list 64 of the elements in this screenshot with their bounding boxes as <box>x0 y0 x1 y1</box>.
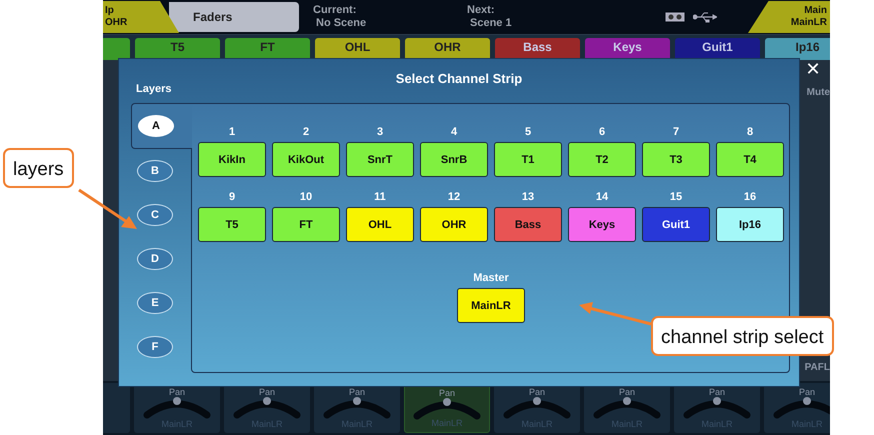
tape-icon <box>665 12 685 22</box>
pan-control[interactable] <box>103 383 130 433</box>
strip-name[interactable]: OHL <box>315 38 400 60</box>
channel-button[interactable]: KikOut <box>272 142 340 177</box>
channel-number: 12 <box>448 191 460 205</box>
channel-number: 13 <box>522 191 534 205</box>
callout-label: layers <box>3 148 74 188</box>
mute-label: Mute <box>806 87 830 98</box>
channel-button[interactable]: T2 <box>568 142 636 177</box>
main-bus-box: Main MainLR <box>748 1 830 33</box>
close-button[interactable]: ✕ <box>803 60 823 80</box>
channel-button[interactable]: SnrB <box>420 142 488 177</box>
channel-button[interactable]: Bass <box>494 207 562 242</box>
layers-label: Layers <box>136 83 172 95</box>
channel-number: 3 <box>376 126 384 140</box>
channel-number: 4 <box>450 126 458 140</box>
layer-button[interactable]: C <box>137 204 173 226</box>
channel-button[interactable]: FT <box>272 207 340 242</box>
master-button[interactable]: MainLR <box>457 288 525 323</box>
callout-arrow <box>77 188 139 232</box>
channel-button[interactable]: T5 <box>198 207 266 242</box>
layer-button[interactable]: B <box>137 160 173 182</box>
channel-button[interactable]: Ip16 <box>716 207 784 242</box>
channel-number: 7 <box>672 126 680 140</box>
layer-button[interactable]: A <box>138 115 174 137</box>
channel-number: 14 <box>596 191 608 205</box>
channel-number: 16 <box>744 191 756 205</box>
channel-button[interactable]: OHR <box>420 207 488 242</box>
channel-button[interactable]: Guit1 <box>642 207 710 242</box>
layer-button[interactable]: E <box>137 292 173 314</box>
channel-button[interactable]: T1 <box>494 142 562 177</box>
usb-icon <box>693 11 717 23</box>
dialog-title: Select Channel Strip <box>396 71 522 86</box>
channel-button[interactable]: T4 <box>716 142 784 177</box>
layer-button[interactable]: D <box>137 248 173 270</box>
faders-tab[interactable]: Faders <box>169 2 299 32</box>
strip-name[interactable] <box>103 38 130 60</box>
strip-name[interactable]: Ip16 <box>765 38 830 60</box>
channel-number: 15 <box>670 191 682 205</box>
channel-number: 5 <box>524 126 532 140</box>
master-label: Master <box>473 272 509 286</box>
channel-number: 10 <box>300 191 312 205</box>
strip-name[interactable]: FT <box>225 38 310 60</box>
channel-number: 9 <box>228 191 236 205</box>
strip-name[interactable]: OHR <box>405 38 490 60</box>
channel-button[interactable]: SnrT <box>346 142 414 177</box>
channel-button[interactable]: Keys <box>568 207 636 242</box>
pafl-label: PAFL <box>804 362 830 373</box>
strip-name[interactable]: T5 <box>135 38 220 60</box>
channel-button[interactable]: OHL <box>346 207 414 242</box>
channel-number: 6 <box>598 126 606 140</box>
layer-button[interactable]: F <box>137 336 173 358</box>
strip-name[interactable]: Bass <box>495 38 580 60</box>
channel-number: 8 <box>746 126 754 140</box>
channel-number: 2 <box>302 126 310 140</box>
strip-name[interactable]: Keys <box>585 38 670 60</box>
current-scene: Current: No Scene <box>313 4 368 30</box>
channel-button[interactable]: KikIn <box>198 142 266 177</box>
channel-button[interactable]: T3 <box>642 142 710 177</box>
channel-number: 11 <box>374 191 386 205</box>
callout-label: channel strip select <box>651 316 834 356</box>
next-scene: Next: Scene 1 <box>467 4 513 30</box>
strip-name[interactable]: Guit1 <box>675 38 760 60</box>
channel-number: 1 <box>228 126 236 140</box>
